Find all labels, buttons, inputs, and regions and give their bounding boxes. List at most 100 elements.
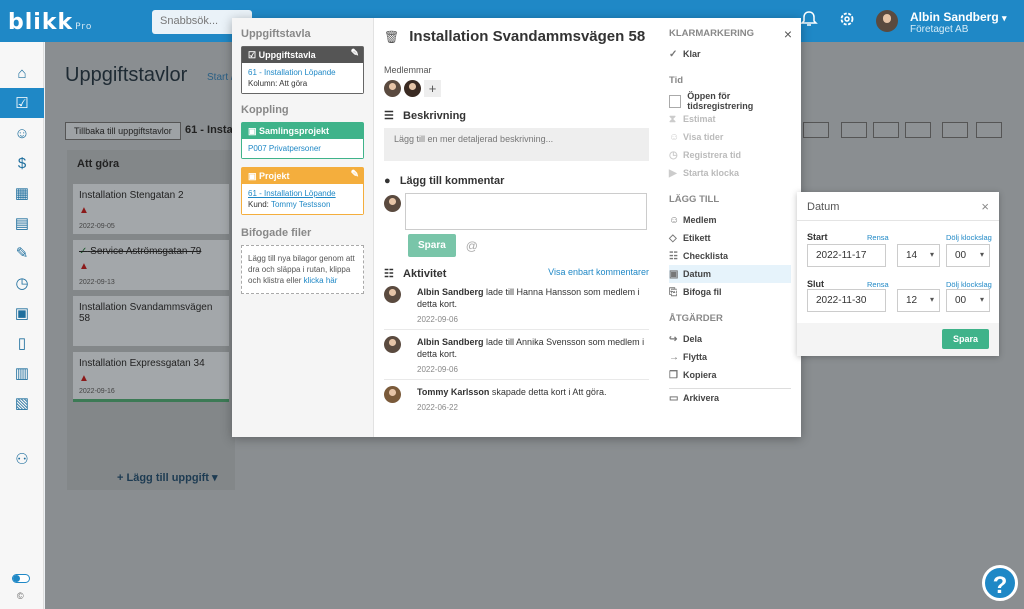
play-icon: ▶ (669, 167, 677, 179)
add-member-item[interactable]: ☺ Medlem (669, 211, 791, 229)
people-icon: ☺ (669, 131, 680, 143)
task-card[interactable]: Installation Stengatan 2 ▲ 2022-09-05 (73, 184, 229, 234)
back-button[interactable]: Tillbaka till uppgiftstavlor (65, 122, 181, 140)
project-link[interactable]: 61 - Installation Löpande (248, 188, 357, 199)
collection-link[interactable]: P007 Privatpersoner (248, 143, 357, 154)
card-title[interactable]: Installation Svandammsvägen 58 (409, 28, 645, 45)
end-minute-select[interactable]: 00 ▾ (946, 289, 990, 312)
edit-icon[interactable]: ✎ (0, 238, 44, 268)
hide-time-start-link[interactable]: Dölj klockslag (946, 233, 992, 242)
activity-item: Albin Sandberg lade till Hanna Hansson s… (384, 286, 649, 330)
blikk-logo[interactable]: blikk Pro (8, 10, 92, 35)
archive-item[interactable]: ▭ Arkivera (669, 389, 791, 407)
chevron-down-icon: ▾ (929, 250, 934, 259)
document-icon[interactable]: ▯ (0, 328, 44, 358)
mention-icon[interactable]: @ (466, 239, 478, 253)
popover-footer: Spara (797, 323, 999, 356)
show-times-button[interactable]: ☺ Visa tider (669, 128, 791, 146)
add-date-item[interactable]: ▣ Datum (669, 265, 791, 283)
add-task-button[interactable]: + Lägg till uppgift ▾ (117, 471, 218, 484)
analytics-icon[interactable]: ▧ (0, 388, 44, 418)
member-avatar[interactable] (384, 80, 401, 97)
chevron-down-icon: ▾ (929, 295, 934, 304)
task-card[interactable]: Installation Expressgatan 34 ▲ 2022-09-16 (73, 352, 229, 402)
hide-time-end-link[interactable]: Dölj klockslag (946, 280, 992, 289)
add-label-item[interactable]: ◇ Etikett (669, 229, 791, 247)
customer-link[interactable]: Tommy Testsson (271, 200, 330, 209)
copy-item[interactable]: ❐ Kopiera (669, 366, 791, 384)
paperclip-icon: ⎘ (669, 286, 677, 298)
files-section-title: Bifogade filer (241, 227, 312, 239)
add-member-button[interactable]: + (424, 80, 441, 97)
end-hour-select[interactable]: 12 ▾ (897, 289, 940, 312)
comment-input[interactable] (405, 193, 647, 230)
close-icon[interactable]: × (784, 26, 792, 42)
chart-icon[interactable]: ▥ (0, 358, 44, 388)
briefcase-icon: ▣ (248, 171, 257, 181)
checklist-icon: ☷ (669, 250, 678, 262)
search-toggle-button[interactable] (803, 122, 829, 138)
table-icon[interactable]: ▦ (0, 178, 44, 208)
gear-icon[interactable] (836, 10, 858, 32)
tag-icon: ◇ (669, 232, 677, 244)
fullscreen-button[interactable] (942, 122, 968, 138)
invoice-icon[interactable]: ▤ (0, 208, 44, 238)
clear-start-link[interactable]: Rensa (867, 233, 889, 242)
contacts-icon[interactable]: ☺ (0, 118, 44, 148)
share-network-icon[interactable]: ⚇ (0, 444, 44, 474)
end-date-input[interactable]: 2022-11-30 (807, 289, 886, 312)
clear-end-link[interactable]: Rensa (867, 280, 889, 289)
edit-icon[interactable]: ✎ (351, 169, 359, 180)
task-modal: Uppgiftstavla ☑ Uppgiftstavla ✎ 61 - Inst… (232, 18, 801, 437)
modal-main-panel: 🗑 Installation Svandammsvägen 58 Medlemm… (374, 18, 659, 437)
trash-icon: 🗑 (384, 29, 400, 44)
clock-icon[interactable]: ◷ (0, 268, 44, 298)
home-icon[interactable]: ⌂ (0, 58, 44, 88)
activity-item: Albin Sandberg lade till Annika Svensson… (384, 336, 649, 380)
share-item[interactable]: ↪ Dela (669, 330, 791, 348)
tasks-icon[interactable]: ☑ (0, 88, 44, 118)
start-date-input[interactable]: 2022-11-17 (807, 244, 886, 267)
done-button[interactable]: ✓ Klar (669, 45, 791, 63)
column-title: Att göra (77, 158, 120, 170)
text-align-icon: ☰ (384, 110, 394, 122)
file-dropzone[interactable]: Lägg till nya bilagor genom att dra och … (241, 245, 364, 294)
move-item[interactable]: → Flytta (669, 348, 791, 366)
board-view-button[interactable] (873, 122, 899, 138)
print-button[interactable] (976, 122, 1002, 138)
breadcrumb[interactable]: Start / (207, 72, 234, 83)
register-time-button[interactable]: ◷ Registrera tid (669, 146, 791, 164)
attach-file-item[interactable]: ⎘ Bifoga fil (669, 283, 791, 301)
show-comments-link[interactable]: Visa enbart kommentarer (548, 267, 649, 277)
edit-icon[interactable]: ✎ (351, 48, 359, 59)
user-name[interactable]: Albin Sandberg ▾ (910, 10, 1007, 24)
start-hour-select[interactable]: 14 ▾ (897, 244, 940, 267)
start-clock-button[interactable]: ▶ Starta klocka (669, 164, 791, 182)
member-avatar[interactable] (404, 80, 421, 97)
open-time-checkbox[interactable]: Öppen för tidsregistrering (669, 91, 791, 111)
activity-item: Tommy Karlsson skapade detta kort i Att … (384, 386, 649, 430)
money-icon[interactable]: $ (0, 148, 44, 178)
add-checklist-item[interactable]: ☷ Checklista (669, 247, 791, 265)
estimate-button[interactable]: ⧗ Estimat (669, 110, 791, 128)
mark-title: KLARMARKERING (669, 28, 754, 39)
theme-toggle[interactable] (12, 574, 30, 583)
checkbox-icon: ☑ (248, 50, 257, 60)
save-date-button[interactable]: Spara (941, 329, 989, 349)
start-minute-select[interactable]: 00 ▾ (946, 244, 990, 267)
collection-box: ▣ Samlingsprojekt P007 Privatpersoner (241, 122, 364, 159)
expand-button[interactable] (841, 122, 867, 138)
click-here-link[interactable]: klicka här (304, 276, 338, 285)
close-icon[interactable]: × (981, 199, 989, 214)
user-avatar[interactable] (876, 10, 898, 32)
task-card[interactable]: ✓ Service Aströmsgatan 79 ▲ 2022-09-13 (73, 240, 229, 290)
help-button[interactable]: ? (982, 565, 1018, 601)
save-comment-button[interactable]: Spara (408, 234, 456, 257)
board-link[interactable]: 61 - Installation Löpande (248, 67, 357, 78)
calendar-icon[interactable]: ▣ (0, 298, 44, 328)
list-view-button[interactable] (905, 122, 931, 138)
bell-icon[interactable] (798, 10, 820, 32)
chevron-down-icon: ▾ (979, 250, 984, 259)
description-input[interactable]: Lägg till en mer detaljerad beskrivning.… (384, 128, 649, 161)
task-card[interactable]: Installation Svandammsvägen 58 (73, 296, 229, 346)
